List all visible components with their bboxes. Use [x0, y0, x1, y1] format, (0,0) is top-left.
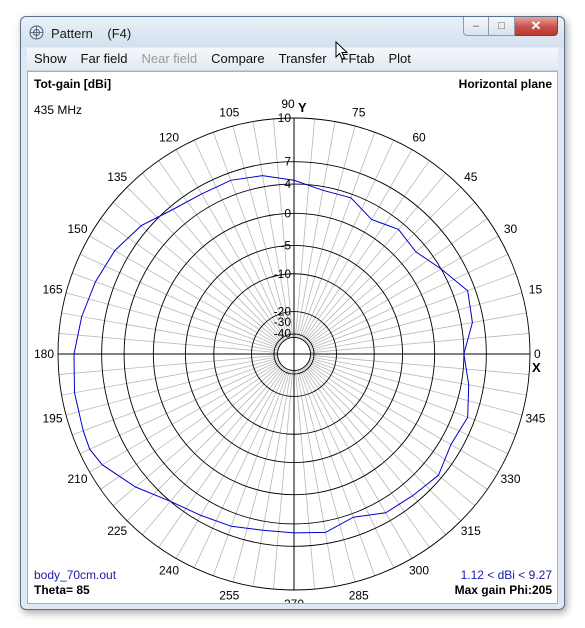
grid-spoke [89, 235, 280, 347]
menu-far-field[interactable]: Far field [74, 48, 135, 70]
grid-spoke [158, 160, 285, 341]
pattern-window: Pattern (F4) – □ ✕ Show Far field Near f… [20, 16, 565, 610]
angle-label: 75 [352, 106, 366, 120]
angle-label: 30 [504, 222, 518, 236]
mouse-cursor-icon [335, 41, 349, 60]
theta-label: Theta= 85 [34, 583, 90, 597]
y-axis-label: Y [298, 100, 307, 115]
maximize-button[interactable]: □ [489, 17, 515, 36]
grid-spoke [65, 292, 279, 351]
grid-spoke [175, 368, 287, 559]
grid-spoke [100, 363, 281, 490]
grid-spoke [310, 312, 527, 352]
angle-label: 120 [159, 130, 179, 144]
angle-label: 135 [107, 170, 127, 184]
grid-spoke [308, 235, 499, 347]
angle-label: 270 [284, 597, 304, 603]
grid-spoke [305, 186, 462, 343]
grid-spoke [307, 218, 488, 345]
angle-label: 195 [43, 412, 63, 426]
frequency-label: 435 MHz [34, 103, 83, 117]
angle-label: 0 [534, 347, 541, 361]
angle-label: 345 [525, 412, 545, 426]
close-button[interactable]: ✕ [515, 17, 558, 36]
grid-spoke [126, 186, 283, 343]
gain-unit-label: Tot-gain [dBi] [34, 77, 112, 91]
menu-transfer[interactable]: Transfer [272, 48, 334, 70]
menu-compare[interactable]: Compare [204, 48, 271, 70]
grid-spoke [61, 312, 278, 352]
angle-label: 315 [461, 524, 481, 538]
grid-spoke [301, 149, 413, 340]
grid-spoke [309, 292, 523, 351]
grid-spoke [307, 363, 488, 490]
radial-tick-label: -10 [274, 267, 292, 281]
menu-plot[interactable]: Plot [382, 48, 418, 70]
angle-label: 105 [219, 106, 239, 120]
grid-spoke [175, 149, 287, 340]
radial-tick-label: -5 [280, 238, 291, 252]
grid-spoke [100, 218, 281, 345]
grid-spoke [303, 367, 430, 548]
grid-spoke [296, 121, 336, 338]
grid-spoke [252, 370, 292, 587]
angle-label: 330 [500, 472, 520, 486]
window-title: Pattern (F4) [51, 26, 132, 41]
grid-spoke [296, 370, 336, 587]
filename-label: body_70cm.out [34, 568, 117, 582]
plot-area: 10 7 4 0 -5 -10 -20 -30 -40 0 15 30 45 60 75 90 105 120 13… [27, 71, 558, 604]
plane-label: Horizontal plane [458, 77, 552, 91]
grid-spoke [310, 356, 527, 396]
grid-spoke [309, 357, 523, 416]
radial-tick-label: -40 [274, 326, 292, 340]
grid-spoke [301, 368, 413, 559]
angle-label: 45 [464, 170, 478, 184]
menu-bar: Show Far field Near field Compare Transf… [27, 48, 558, 71]
gain-range-label: 1.12 < dBi < 9.27 [460, 568, 552, 582]
grid-spoke [297, 125, 356, 339]
grid-spoke [297, 369, 356, 583]
app-icon [29, 25, 44, 40]
angle-label: 150 [67, 222, 87, 236]
grid-spoke [61, 356, 278, 396]
angle-label: 60 [412, 130, 426, 144]
radial-tick-label: 0 [284, 206, 291, 220]
angle-label: 255 [219, 588, 239, 602]
angle-label: 285 [349, 588, 369, 602]
angle-label: 210 [67, 472, 87, 486]
max-gain-label: Max gain Phi:205 [454, 583, 552, 597]
angle-label: 180 [34, 347, 54, 361]
angle-label: 90 [281, 97, 295, 111]
menu-show[interactable]: Show [27, 48, 74, 70]
grid-spoke [308, 361, 499, 473]
radial-tick-label: 7 [284, 155, 291, 169]
grid-spoke [305, 365, 462, 522]
radial-tick-label: 10 [278, 111, 292, 125]
grid-spoke [126, 365, 283, 522]
grid-spoke [89, 361, 280, 473]
angle-label: 165 [43, 282, 63, 296]
minimize-button[interactable]: – [463, 17, 489, 36]
angle-label: 300 [409, 564, 429, 578]
x-axis-label: X [532, 360, 541, 375]
grid-spoke [303, 160, 430, 341]
grid-spoke [158, 367, 285, 548]
grid-spoke [232, 369, 291, 583]
grid-spoke [65, 357, 279, 416]
angle-label: 225 [107, 524, 127, 538]
menu-near-field: Near field [141, 51, 198, 66]
angle-label: 15 [529, 282, 543, 296]
caption-buttons: – □ ✕ [463, 17, 558, 37]
polar-plot: 10740-5-10-20-30-40015304560759010512013… [34, 97, 546, 603]
title-bar[interactable]: Pattern (F4) – □ ✕ [21, 17, 564, 47]
angle-label: 240 [159, 564, 179, 578]
